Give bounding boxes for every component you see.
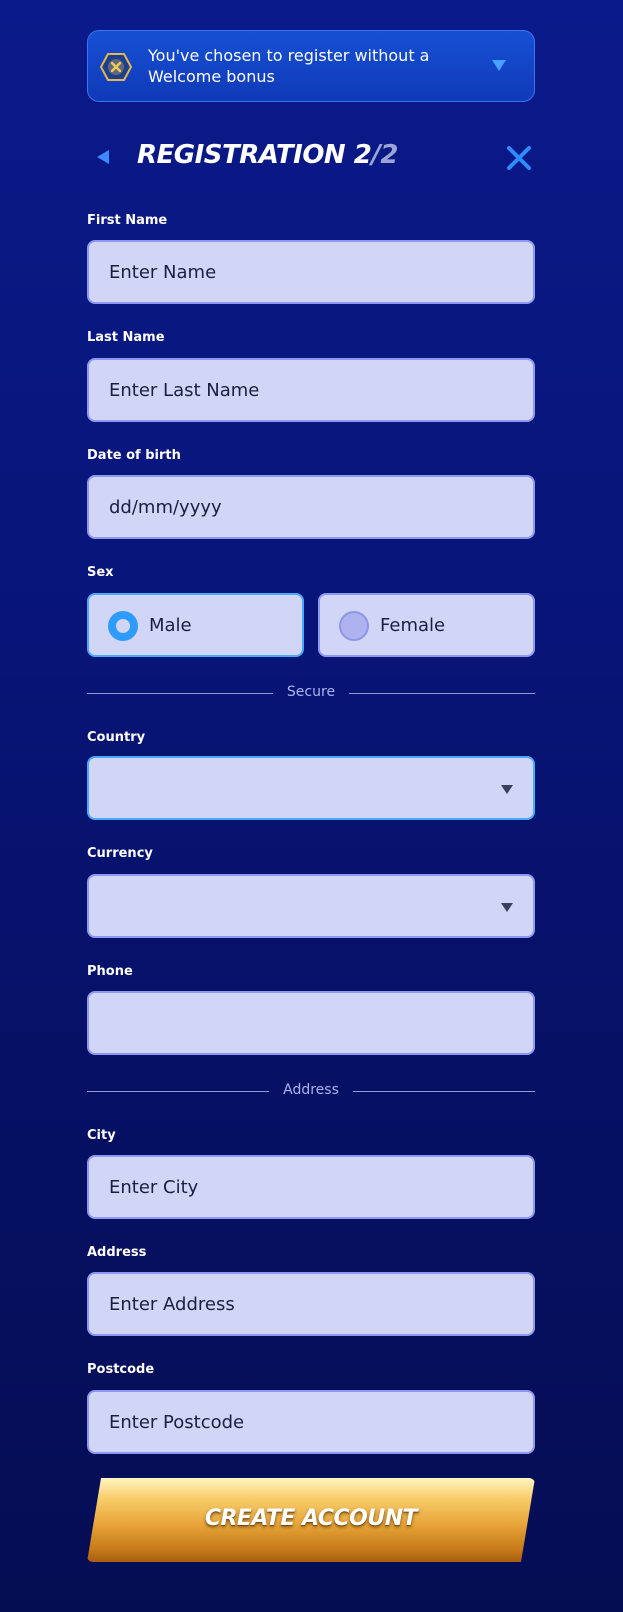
currency-select[interactable]	[87, 874, 535, 938]
address-divider: Address	[87, 1082, 535, 1102]
sex-radio-female[interactable]: Female	[318, 593, 535, 657]
secure-divider: Secure	[87, 684, 535, 704]
sex-radio-male-label: Male	[149, 615, 192, 636]
chevron-down-icon[interactable]	[492, 60, 506, 71]
divider-line-right	[353, 1091, 535, 1092]
postcode-label: Postcode	[87, 1362, 155, 1377]
postcode-input[interactable]	[87, 1390, 535, 1454]
bonus-hexagon-icon	[100, 53, 132, 81]
city-input[interactable]	[87, 1155, 535, 1219]
city-label: City	[87, 1128, 116, 1143]
dob-label: Date of birth	[87, 448, 181, 463]
address-label: Address	[87, 1245, 147, 1260]
radio-unselected-icon	[339, 611, 369, 641]
chevron-down-icon	[501, 903, 513, 912]
bonus-banner[interactable]: You've chosen to register without a Welc…	[87, 30, 535, 102]
bonus-banner-text: You've chosen to register without a Welc…	[148, 46, 430, 86]
secure-divider-text: Secure	[286, 684, 336, 700]
create-account-button-label: CREATE ACCOUNT	[204, 1506, 418, 1531]
sex-radio-male[interactable]: Male	[87, 593, 304, 657]
last-name-label: Last Name	[87, 330, 165, 345]
address-divider-text: Address	[283, 1082, 339, 1098]
first-name-label: First Name	[87, 213, 168, 228]
sex-radio-female-label: Female	[380, 615, 446, 636]
page-title: REGISTRATION 2/2	[137, 140, 398, 170]
back-arrow-icon[interactable]	[97, 150, 109, 164]
country-select[interactable]	[87, 756, 535, 820]
last-name-input[interactable]	[87, 358, 535, 422]
phone-input[interactable]	[87, 991, 535, 1055]
divider-line-right	[349, 693, 535, 694]
dob-input[interactable]	[87, 475, 535, 539]
radio-selected-icon	[108, 611, 138, 641]
currency-label: Currency	[87, 846, 153, 861]
address-input[interactable]	[87, 1272, 535, 1336]
chevron-down-icon	[501, 785, 513, 794]
first-name-input[interactable]	[87, 240, 535, 304]
sex-label: Sex	[87, 565, 114, 580]
country-label: Country	[87, 730, 146, 745]
page-title-step-total: /2	[371, 140, 398, 170]
page-title-main: REGISTRATION 2	[137, 140, 372, 170]
close-icon[interactable]	[505, 144, 533, 172]
phone-label: Phone	[87, 964, 133, 979]
create-account-button[interactable]: CREATE ACCOUNT	[87, 1478, 535, 1562]
